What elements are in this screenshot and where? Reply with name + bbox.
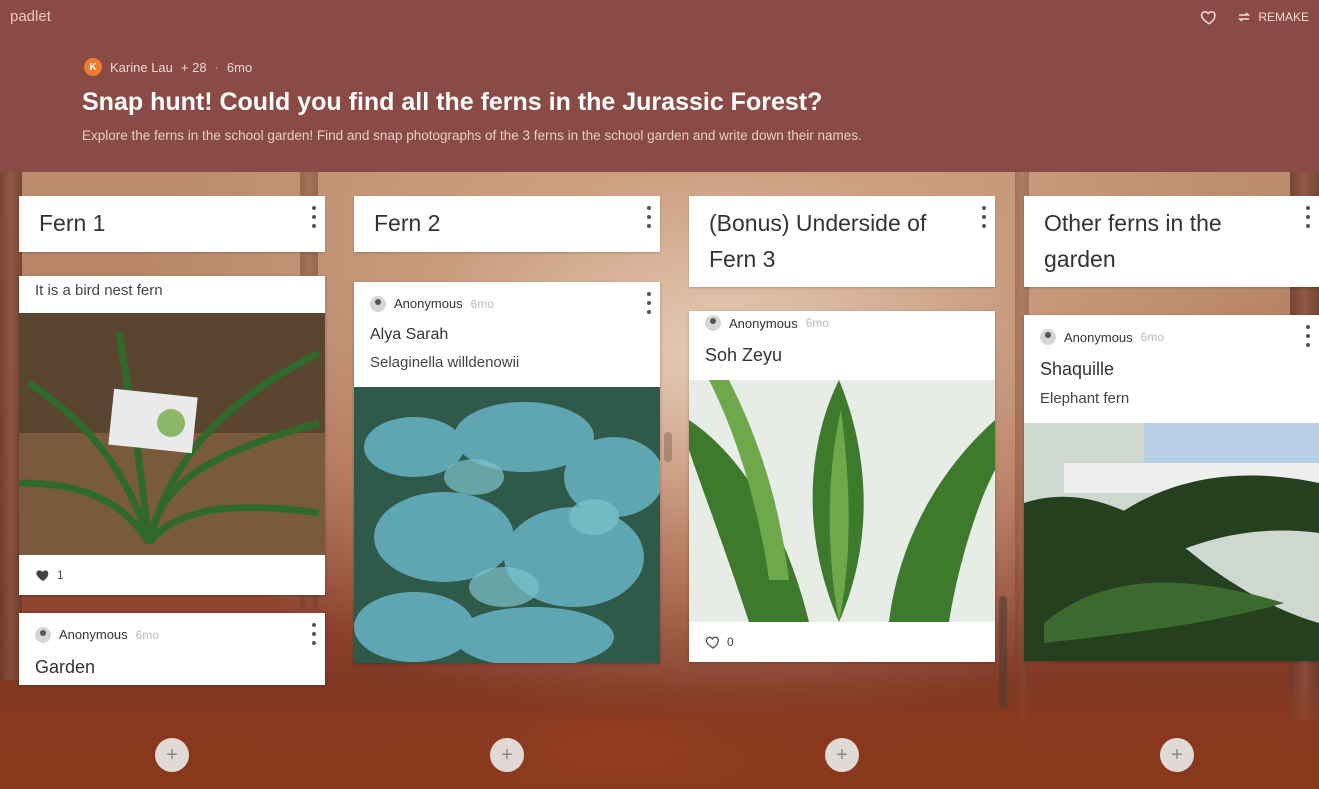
post-time: 6mo	[1140, 330, 1164, 345]
column-header: Fern 1	[19, 196, 325, 252]
post-body: It is a bird nest fern	[35, 281, 163, 299]
heart-icon[interactable]	[1200, 8, 1218, 26]
author-name: Anonymous	[59, 627, 128, 643]
like-row: 1	[19, 555, 325, 595]
top-actions: REMAKE	[1200, 8, 1309, 26]
post-body: Selaginella willdenowii	[370, 353, 520, 371]
post-title: Alya Sarah	[370, 325, 449, 343]
column-title: Fern 1	[39, 210, 106, 236]
add-post-button[interactable]: +	[490, 738, 524, 772]
remake-icon	[1236, 10, 1252, 24]
column-fern-2: Fern 2 Anonymous 6mo Alya Sarah Selagine…	[354, 196, 660, 663]
post-author: Anonymous 6mo	[354, 282, 660, 318]
avatar[interactable]: K	[84, 58, 102, 76]
add-post-button[interactable]: +	[155, 738, 189, 772]
remake-label: REMAKE	[1258, 10, 1309, 24]
post-title: Garden	[35, 656, 96, 677]
fallen-leaves	[0, 679, 1319, 789]
kebab-menu-icon[interactable]	[646, 206, 652, 228]
brand-logo[interactable]: padlet	[10, 8, 51, 25]
post-title: Soh Zeyu	[705, 345, 783, 366]
post-time: 6mo	[805, 316, 829, 331]
post-author: Anonymous 6mo	[689, 311, 995, 337]
column-header: (Bonus) Underside of Fern 3	[689, 196, 995, 288]
post-card[interactable]: Anonymous 6mo Shaquille Elephant fern	[1024, 315, 1319, 662]
heart-icon[interactable]	[705, 634, 721, 650]
column-fern-1: Fern 1 It is a bird nest fern 1 Anonymou…	[19, 196, 325, 685]
fern-photo[interactable]	[19, 312, 325, 555]
author-name: Anonymous	[1064, 329, 1133, 345]
add-post-icon: +	[166, 743, 178, 766]
column-header: Fern 2	[354, 196, 660, 252]
column-bonus-fern-3: (Bonus) Underside of Fern 3 Anonymous 6m…	[689, 196, 995, 663]
meta-separator: ·	[214, 59, 219, 75]
anonymous-avatar-icon	[1040, 329, 1056, 346]
kebab-menu-icon[interactable]	[311, 622, 317, 645]
add-post-icon: +	[836, 743, 848, 766]
like-count: 0	[727, 635, 734, 650]
post-time: 6mo	[135, 627, 159, 642]
padlet-header: padlet REMAKE K Karine Lau + 28 · 6mo Sn…	[0, 0, 1319, 172]
column-scrollbar[interactable]	[664, 432, 672, 462]
anonymous-avatar-icon	[705, 315, 721, 332]
post-time: 6mo	[470, 296, 494, 311]
post-card[interactable]: Anonymous 6mo Alya Sarah Selaginella wil…	[354, 281, 660, 663]
kebab-menu-icon[interactable]	[311, 206, 317, 228]
anonymous-avatar-icon	[370, 295, 386, 312]
remake-button[interactable]: REMAKE	[1236, 10, 1309, 24]
column-other-ferns: Other ferns in the garden Anonymous 6mo …	[1024, 196, 1319, 662]
kebab-menu-icon[interactable]	[1305, 325, 1311, 348]
post-card[interactable]: Anonymous 6mo Soh Zeyu 0	[689, 311, 995, 663]
anonymous-avatar-icon	[35, 626, 51, 643]
add-post-icon: +	[501, 743, 513, 766]
page-title: Snap hunt! Could you find all the ferns …	[82, 88, 823, 116]
like-count: 1	[57, 567, 64, 582]
fern-photo[interactable]	[354, 386, 660, 663]
kebab-menu-icon[interactable]	[1305, 206, 1311, 228]
like-row: 0	[689, 622, 995, 662]
kebab-menu-icon[interactable]	[981, 206, 987, 228]
heart-icon[interactable]	[35, 567, 51, 583]
add-post-icon: +	[1171, 743, 1183, 766]
author-meta: K Karine Lau + 28 · 6mo	[84, 58, 252, 76]
column-title: Fern 2	[374, 210, 441, 236]
page-description: Explore the ferns in the school garden! …	[82, 128, 862, 143]
fern-photo[interactable]	[689, 380, 995, 623]
column-scrollbar[interactable]	[999, 596, 1007, 708]
author-name: Anonymous	[729, 315, 798, 331]
column-title: (Bonus) Underside of Fern 3	[709, 210, 927, 272]
post-author: Anonymous 6mo	[1024, 315, 1319, 351]
fern-photo[interactable]	[1024, 423, 1319, 662]
post-title: Shaquille	[1040, 359, 1115, 380]
column-header: Other ferns in the garden	[1024, 196, 1319, 288]
post-card[interactable]: Anonymous 6mo Garden	[19, 612, 325, 685]
like-count: + 28	[180, 59, 207, 75]
kebab-menu-icon[interactable]	[646, 291, 652, 314]
post-body: Elephant fern	[1040, 390, 1130, 408]
post-age: 6mo	[226, 59, 253, 75]
add-post-button[interactable]: +	[1160, 738, 1194, 772]
author-name: Anonymous	[394, 296, 463, 312]
column-title: Other ferns in the garden	[1044, 210, 1222, 272]
post-card[interactable]: It is a bird nest fern 1	[19, 275, 325, 595]
author-name[interactable]: Karine Lau	[110, 60, 173, 75]
add-post-button[interactable]: +	[825, 738, 859, 772]
post-author: Anonymous 6mo	[19, 613, 325, 649]
